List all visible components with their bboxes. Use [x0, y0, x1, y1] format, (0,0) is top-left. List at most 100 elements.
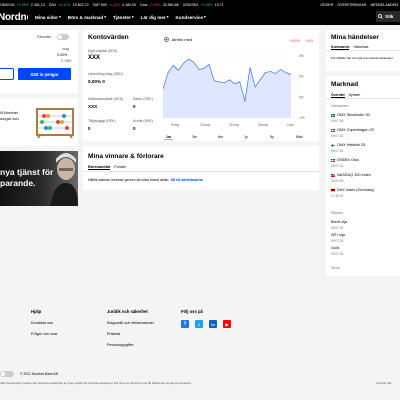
events-empty: För tillfället har du inga kommande händ…: [331, 56, 394, 60]
ticker-link[interactable]: MEDDELANDEN: [370, 3, 398, 7]
chevron-down-icon: ▾: [166, 15, 169, 19]
market-row[interactable]: NASDAQ 100 Index 22:00:00: [331, 172, 400, 183]
footer-link-complaints[interactable]: Klagomål och reklamationer: [107, 321, 154, 325]
ticker-change: +0,12%: [58, 2, 71, 7]
search-button[interactable]: Sök: [376, 11, 400, 22]
compare-button[interactable]: Jämför med: [164, 37, 192, 42]
tab-borshandlat[interactable]: Börshandlat: [88, 165, 111, 170]
ticker-item[interactable]: Dow -0,16% 33 860,86: [140, 3, 179, 7]
x-tick-label: 5 maj: [171, 123, 179, 127]
flag-dk-icon: [331, 128, 335, 132]
footer-right-link[interactable]: Nordnet | Bo: [376, 381, 392, 385]
index-name: OMX Helsinki 25: [337, 143, 366, 147]
market-row[interactable]: OMX Copenhagen 25 09:07:24: [331, 127, 400, 138]
nav-label: Mina sidor: [35, 14, 58, 20]
youtube-icon[interactable]: ▶: [223, 320, 231, 328]
ticker-value: 4 180,00: [122, 2, 137, 7]
stock-lists-link[interactable]: Gå till aktielistorna: [171, 178, 203, 182]
available-value: 0: [88, 126, 91, 131]
market-row[interactable]: WTI olja 09:07:24: [331, 232, 400, 243]
abacus-icon: [36, 108, 74, 138]
market-row[interactable]: Brent olja 09:07:24: [331, 219, 400, 230]
events-title: Mina händelser: [331, 34, 380, 41]
nav-tjanster[interactable]: Tjänster ▾: [113, 15, 134, 20]
index-time: 22:00:00: [331, 178, 344, 183]
footer-link-faq[interactable]: Frågor och svar: [31, 332, 58, 336]
period-6m[interactable]: 6m: [218, 135, 223, 139]
ticker-name: S&P 500: [92, 2, 107, 7]
market-row[interactable]: OMX Stockholm 30 09:07:36: [331, 112, 400, 123]
market-row-silver[interactable]: Silver: [331, 266, 341, 270]
ticker-item[interactable]: S&P 500 -0,22% 4 180,00: [93, 3, 137, 7]
events-card: Mina händelser Kommande Historiska För t…: [326, 30, 400, 71]
account-summary-card: Favoriter Idag 0,00% X SEK Sätt in penga…: [0, 30, 78, 93]
market-row[interactable]: OMX Helsinki 25 09:07:24: [331, 142, 400, 153]
facebook-icon[interactable]: f: [181, 320, 189, 328]
theme-toggle[interactable]: [0, 371, 14, 377]
nordnet-logo[interactable]: Nordnet: [0, 12, 28, 23]
x-tick-label: 19 maj: [229, 123, 239, 127]
market-row[interactable]: OSEBX Oslo 09:07:24: [331, 157, 400, 168]
linkedin-icon[interactable]: in: [209, 320, 217, 328]
period-1y[interactable]: 1y: [244, 135, 248, 139]
market-row[interactable]: Guld 09:07:24: [331, 245, 400, 256]
today-pct: 0,00%: [57, 53, 68, 57]
index-time: 09:07:36: [331, 118, 344, 123]
footer: Hjälp Kontakta oss Frågor och svar Jurid…: [0, 296, 400, 400]
account-chart[interactable]: 4% 2% 0% -2% 5 maj 12 maj 19 maj 26 maj 2 jun 1m 3…: [163, 44, 315, 140]
balance-label: Saldo (SEK): [133, 97, 153, 101]
period-5y[interactable]: 5y: [270, 135, 274, 139]
tab-fonder[interactable]: Fonder: [114, 165, 126, 170]
divider: [326, 98, 400, 99]
empty-message: Hittills saknas innehav genom att söka b…: [88, 178, 170, 182]
winners-losers-card: Mina vinnare & förlorare Börshandlat Fon…: [83, 146, 319, 190]
chevron-down-icon: ▾: [58, 15, 61, 19]
footer-link-prices[interactable]: Prislista: [107, 332, 120, 336]
period-Max[interactable]: Max: [296, 135, 303, 139]
footer-link-contact[interactable]: Kontakta oss: [31, 321, 53, 325]
banner-line-1: nya tjänst för: [0, 167, 54, 177]
promo-banner[interactable]: nya tjänst för parande.: [0, 151, 78, 206]
ticker-link[interactable]: ÖVERFÖRINGAR: [337, 3, 366, 7]
y-tick-label: -2%: [299, 116, 305, 120]
ticker-value: 10,71: [214, 2, 224, 7]
index-name: DAX Index (Germany): [337, 188, 375, 192]
twitter-icon[interactable]: t: [195, 320, 203, 328]
account-values-title: Kontovärden: [88, 34, 129, 41]
today-amount: X SEK: [61, 59, 72, 63]
flag-de-icon: [331, 188, 335, 192]
ticker-change: +0,45%: [200, 2, 213, 7]
favorites-label: Favoriter: [37, 35, 52, 39]
ticker-item[interactable]: USD/SEK +0,45% 10,71: [183, 3, 224, 7]
ticker-item[interactable]: OMXS30 +0,55% 2 481,13: [0, 3, 45, 7]
market-row[interactable]: DAX Index (Germany) 17:35:31: [331, 187, 400, 198]
nav-bors-marknad[interactable]: Börs & marknad ▾: [68, 15, 106, 20]
commodity-name: Guld: [331, 246, 340, 250]
ticker-links: ORDER ÖVERFÖRINGAR MEDDELANDEN: [316, 0, 398, 9]
favorites-toggle[interactable]: [57, 34, 69, 40]
deposit-button[interactable]: Sätt in pengar: [18, 68, 71, 80]
ticker-item[interactable]: DAX +0,12% 15 802,72: [49, 3, 89, 7]
today-label: Idag: [62, 47, 69, 51]
period-3m[interactable]: 3m: [192, 135, 197, 139]
market-title: Marknad: [331, 81, 359, 88]
footer-help-heading: Hjälp: [31, 309, 42, 314]
equity-value: XXX: [88, 55, 101, 61]
legend-value: +XXX: [305, 39, 314, 43]
ticker-value: 15 802,72: [72, 2, 89, 7]
section-commodities: Råvaror: [331, 211, 344, 215]
amount-input[interactable]: [0, 68, 14, 80]
plus-circle-icon: [164, 37, 169, 42]
period-1m[interactable]: 1m: [166, 135, 171, 139]
index-time: 17:35:31: [331, 193, 344, 198]
ticker-link[interactable]: ORDER: [320, 3, 333, 7]
promo-card[interactable]: ill Nordnet ningar och: [0, 98, 78, 146]
nav-kundservice[interactable]: Kundservice ▾: [175, 15, 205, 20]
flag-us-icon: [331, 173, 335, 177]
commodity-name: WTI olja: [331, 233, 345, 237]
nav-mina-sidor[interactable]: Mina sidor ▾: [35, 15, 61, 20]
ticker-value: 33 860,86: [162, 2, 179, 7]
footer-link-privacy[interactable]: Personuppgifter: [107, 343, 134, 347]
nav-lar-dig-mer[interactable]: Lär dig mer ▾: [141, 15, 169, 20]
index-time: 09:07:24: [331, 133, 344, 138]
